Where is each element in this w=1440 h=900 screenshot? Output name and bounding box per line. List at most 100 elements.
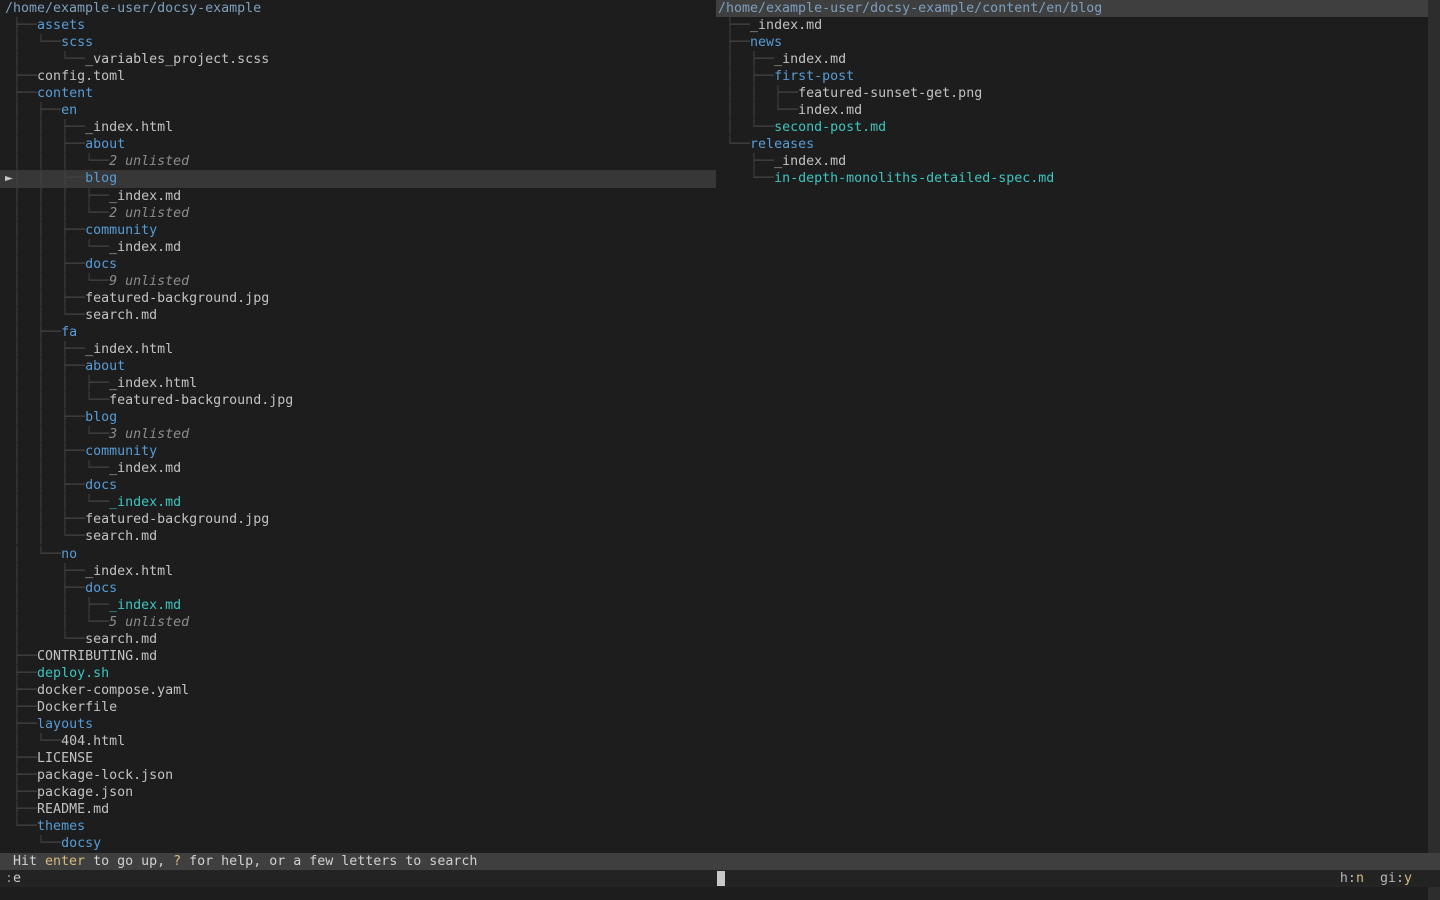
tree-guides: │ └── [726, 119, 774, 136]
tree-row-en[interactable]: │ ├──en [0, 102, 716, 119]
status-key-hint: ? [173, 854, 181, 869]
tree-row-no[interactable]: │ └──no [0, 546, 716, 563]
entry-name: blog [85, 410, 117, 425]
tree-row-content[interactable]: ├──content [0, 85, 716, 102]
entry-name: community [85, 444, 157, 459]
tree-row--index-md[interactable]: │ │ ├──_index.md [0, 597, 716, 614]
marker-space [5, 683, 13, 698]
tree-row-2-unlisted[interactable]: │ │ │ └──2 unlisted [0, 153, 716, 170]
tree-row-deploy-sh[interactable]: ├──deploy.sh [0, 665, 716, 682]
tree-row-second-post-md[interactable]: │ └──second-post.md [716, 119, 1428, 136]
tree-guides: │ │ ├── [13, 409, 85, 426]
tree-row-news[interactable]: ├──news [716, 34, 1428, 51]
entry-name: community [85, 223, 157, 238]
tree-row-3-unlisted[interactable]: │ │ │ └──3 unlisted [0, 426, 716, 443]
marker-space [5, 632, 13, 647]
tree-row-layouts[interactable]: ├──layouts [0, 716, 716, 733]
tree-row-about[interactable]: │ │ ├──about [0, 358, 716, 375]
entry-name: layouts [37, 717, 93, 732]
marker-space [5, 478, 13, 493]
tree-row-docker-compose-yaml[interactable]: ├──docker-compose.yaml [0, 682, 716, 699]
tree-guides: │ │ ├── [13, 222, 85, 239]
tree-row--index-md[interactable]: │ │ │ ├──_index.md [0, 188, 716, 205]
tree-row-license[interactable]: ├──LICENSE [0, 750, 716, 767]
tree-row-fa[interactable]: │ ├──fa [0, 324, 716, 341]
tree-row--index-md[interactable]: │ │ │ └──_index.md [0, 494, 716, 511]
tree-row-docs[interactable]: │ │ ├──docs [0, 477, 716, 494]
tree-row-releases[interactable]: └──releases [716, 136, 1428, 153]
tree-row-search-md[interactable]: │ │ └──search.md [0, 307, 716, 324]
marker-space [5, 564, 13, 579]
entry-name: second-post.md [774, 120, 886, 135]
marker-space [718, 52, 726, 67]
tree-guides: │ │ ├── [13, 170, 85, 187]
tree-row-featured-background-jpg[interactable]: │ │ │ └──featured-background.jpg [0, 392, 716, 409]
tree-guides: │ │ │ └── [13, 426, 109, 443]
tree-guides: │ ├── [13, 324, 61, 341]
tree-row-community[interactable]: │ │ ├──community [0, 443, 716, 460]
command-input-bar[interactable]: :e h:ngi:y [0, 870, 1440, 887]
left-panel-input[interactable]: :e [5, 870, 21, 887]
tree-row-in-depth-monoliths-detailed-spec-md[interactable]: └──in-depth-monoliths-detailed-spec.md [716, 170, 1428, 187]
tree-row-docs[interactable]: │ ├──docs [0, 580, 716, 597]
tree-row-first-post[interactable]: │ ├──first-post [716, 68, 1428, 85]
tree-row-contributing-md[interactable]: ├──CONTRIBUTING.md [0, 648, 716, 665]
tree-guides: └── [726, 136, 750, 153]
entry-name: README.md [37, 802, 109, 817]
tree-row-config-toml[interactable]: ├──config.toml [0, 68, 716, 85]
tree-row-scss[interactable]: │ └──scss [0, 34, 716, 51]
tree-row-blog[interactable]: │ │ ├──blog [0, 409, 716, 426]
tree-row--index-html[interactable]: │ │ ├──_index.html [0, 341, 716, 358]
entry-name: featured-background.jpg [85, 512, 269, 527]
tree-row-package-lock-json[interactable]: ├──package-lock.json [0, 767, 716, 784]
tree-guides: ├── [13, 648, 37, 665]
entry-name: _index.md [109, 461, 181, 476]
tree-row-readme-md[interactable]: ├──README.md [0, 801, 716, 818]
tree-row--index-md[interactable]: │ ├──_index.md [716, 51, 1428, 68]
tree-row--index-md[interactable]: │ │ │ └──_index.md [0, 460, 716, 477]
tree-row-docsy[interactable]: └──docsy [0, 835, 716, 852]
marker-space [5, 18, 13, 33]
marker-space [718, 86, 726, 101]
tree-row-9-unlisted[interactable]: │ │ │ └──9 unlisted [0, 273, 716, 290]
left-tree-panel: /home/example-user/docsy-example ├──asse… [0, 0, 716, 852]
tree-row-5-unlisted[interactable]: │ │ └──5 unlisted [0, 614, 716, 631]
tree-row--index-html[interactable]: │ │ ├──_index.html [0, 119, 716, 136]
text-cursor [717, 871, 725, 886]
right-panel-root-path[interactable]: /home/example-user/docsy-example/content… [716, 0, 1428, 17]
tree-row-about[interactable]: │ │ ├──about [0, 136, 716, 153]
tree-row-index-md[interactable]: │ │ └──index.md [716, 102, 1428, 119]
tree-row-featured-background-jpg[interactable]: │ │ ├──featured-background.jpg [0, 511, 716, 528]
tree-row-dockerfile[interactable]: ├──Dockerfile [0, 699, 716, 716]
tree-row-docs[interactable]: │ │ ├──docs [0, 256, 716, 273]
tree-row--variables-project-scss[interactable]: │ └──_variables_project.scss [0, 51, 716, 68]
marker-space [5, 495, 13, 510]
tree-row--index-html[interactable]: │ │ │ ├──_index.html [0, 375, 716, 392]
tree-guides: │ └── [13, 51, 85, 68]
tree-row-assets[interactable]: ├──assets [0, 17, 716, 34]
tree-guides: │ │ └── [13, 307, 85, 324]
marker-space [5, 69, 13, 84]
tree-row-community[interactable]: │ │ ├──community [0, 222, 716, 239]
tree-row-blog[interactable]: ►│ │ ├──blog [0, 170, 716, 187]
tree-row-featured-sunset-get-png[interactable]: │ │ ├──featured-sunset-get.png [716, 85, 1428, 102]
marker-space [5, 444, 13, 459]
left-panel-root-path[interactable]: /home/example-user/docsy-example [0, 0, 716, 17]
marker-space [718, 171, 726, 186]
tree-row-search-md[interactable]: │ │ └──search.md [0, 528, 716, 545]
status-text: Hit [13, 854, 45, 869]
tree-row--index-md[interactable]: ├──_index.md [716, 153, 1428, 170]
marker-space [5, 512, 13, 527]
tree-row-featured-background-jpg[interactable]: │ │ ├──featured-background.jpg [0, 290, 716, 307]
tree-row--index-md[interactable]: ├──_index.md [716, 17, 1428, 34]
tree-row-search-md[interactable]: │ └──search.md [0, 631, 716, 648]
tree-guides: │ │ ├── [13, 358, 85, 375]
marker-space [5, 342, 13, 357]
tree-guides: │ ├── [726, 68, 774, 85]
tree-row-2-unlisted[interactable]: │ │ │ └──2 unlisted [0, 205, 716, 222]
tree-row--index-md[interactable]: │ │ │ └──_index.md [0, 239, 716, 256]
tree-row--index-html[interactable]: │ ├──_index.html [0, 563, 716, 580]
tree-row-404-html[interactable]: │ └──404.html [0, 733, 716, 750]
tree-row-themes[interactable]: └──themes [0, 818, 716, 835]
tree-row-package-json[interactable]: ├──package.json [0, 784, 716, 801]
